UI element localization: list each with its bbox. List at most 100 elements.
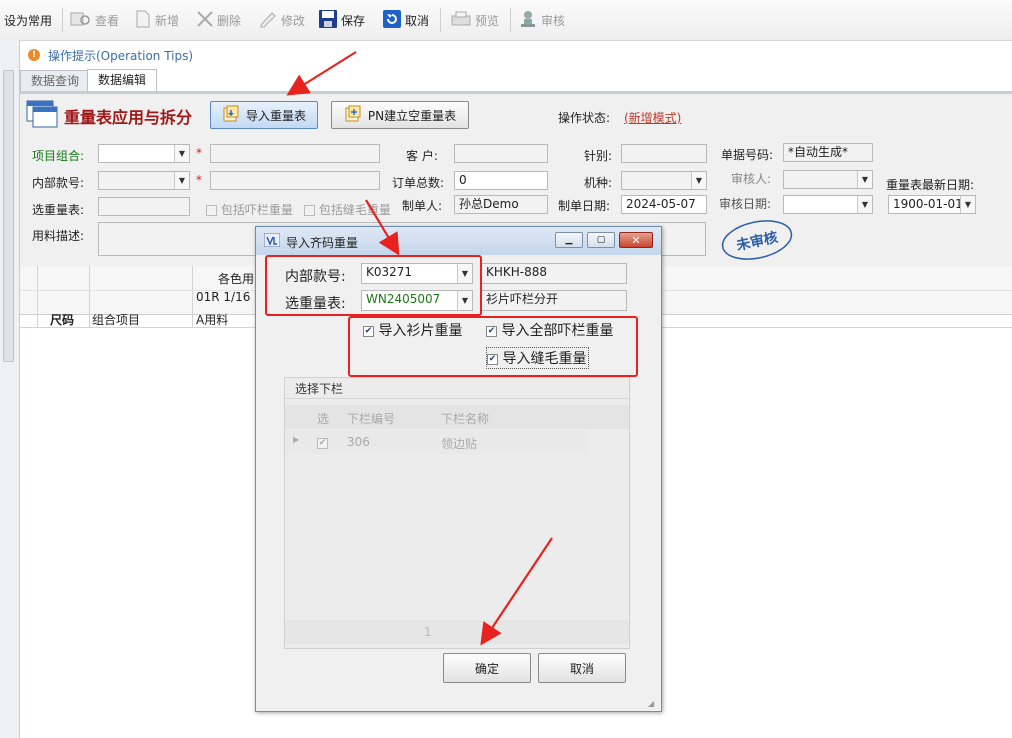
dialog-table-desc-field[interactable]: 衫片吓栏分开 <box>481 290 627 311</box>
project-group-name-field[interactable] <box>210 144 380 163</box>
col-select: 选 <box>317 412 330 426</box>
warning-icon: ! <box>28 49 40 61</box>
scrollbar[interactable] <box>3 70 14 362</box>
auditor-label: 审核人: <box>731 172 772 186</box>
latest-date-label: 重量表最新日期: <box>886 178 975 192</box>
import-button-label: 导入重量表 <box>245 108 306 123</box>
audit-date-select[interactable]: ▼ <box>783 195 873 214</box>
latest-date-select[interactable]: 1900-01-01 ▼ <box>888 195 976 214</box>
include-trim-checkbox[interactable]: 包括吓栏重量 <box>206 201 293 218</box>
audit-button[interactable]: 审核 <box>518 8 565 32</box>
window-icon <box>26 100 58 131</box>
tab-edit-label: 数据编辑 <box>98 73 147 87</box>
grid-row-01r: 01R 1/16 <box>196 290 251 304</box>
dropdown-icon[interactable]: ▼ <box>960 196 975 213</box>
customer-label: 客 户: <box>406 149 438 163</box>
grid-header-color: 各色用 <box>218 272 255 286</box>
trim-table-row[interactable]: ▶ ✔ 306 领边贴 <box>285 430 587 454</box>
preview-label: 预览 <box>475 13 500 28</box>
preview-button[interactable]: 预览 <box>450 8 499 32</box>
toolbar-divider <box>62 8 63 32</box>
customer-field[interactable] <box>454 144 548 163</box>
delete-label: 删除 <box>217 13 242 28</box>
delete-button[interactable]: 删除 <box>196 8 241 32</box>
doc-no-label: 单据号码: <box>721 148 774 162</box>
select-trim-group: 选择下栏 选 下栏编号 下栏名称 ▶ ✔ 306 领边贴 1 <box>284 377 630 649</box>
pager: 1 <box>285 620 629 644</box>
needle-field[interactable] <box>621 144 707 163</box>
grid-col-group[interactable]: 组合项目 <box>92 311 140 328</box>
maximize-icon[interactable]: ▢ <box>587 232 615 248</box>
required-mark: * <box>196 146 202 160</box>
modify-button[interactable]: 修改 <box>258 8 305 32</box>
tab-data-query[interactable]: 数据查询 <box>20 70 91 92</box>
import-weight-table-button[interactable]: 导入重量表 <box>210 101 318 129</box>
grid-divider <box>89 266 90 328</box>
material-desc-label: 用料描述: <box>32 229 85 243</box>
order-total-field[interactable]: 0 <box>454 171 548 190</box>
ok-label: 确定 <box>474 661 499 676</box>
create-date-label: 制单日期: <box>558 199 611 213</box>
minimize-icon[interactable]: ▁ <box>555 232 583 248</box>
dropdown-icon[interactable]: ▼ <box>174 172 189 189</box>
machine-label: 机种: <box>584 176 613 190</box>
internal-no-label: 内部款号: <box>32 176 85 190</box>
project-group-select[interactable]: ▼ <box>98 144 190 163</box>
dropdown-icon[interactable]: ▼ <box>857 196 872 213</box>
preview-icon <box>450 10 472 31</box>
new-label: 新增 <box>155 13 180 28</box>
include-seam-checkbox[interactable]: 包括缝毛重量 <box>304 201 391 218</box>
dialog-cancel-button[interactable]: 取消 <box>538 653 626 683</box>
col-code: 下栏编号 <box>347 412 396 426</box>
creator-label: 制单人: <box>402 199 443 213</box>
grid-divider <box>37 266 38 328</box>
ok-button[interactable]: 确定 <box>443 653 531 683</box>
tips-label: 操作提示(Operation Tips) <box>48 48 194 63</box>
latest-date-value: 1900-01-01 <box>893 197 963 211</box>
project-group-label: 项目组合: <box>32 149 85 163</box>
delete-icon <box>196 10 214 31</box>
cancel-button[interactable]: 取消 <box>382 8 429 32</box>
creator-field[interactable]: 孙总Demo <box>454 195 548 214</box>
new-button[interactable]: 新增 <box>134 8 179 32</box>
tab-data-edit[interactable]: 数据编辑 <box>87 69 158 92</box>
row-checkbox[interactable]: ✔ <box>317 436 328 450</box>
dropdown-icon[interactable]: ▼ <box>857 171 872 188</box>
auditor-select[interactable]: ▼ <box>783 170 873 189</box>
toolbar-divider <box>440 8 441 32</box>
view-button[interactable]: 查看 <box>70 8 119 32</box>
dialog-style-name-field[interactable]: KHKH-888 <box>481 263 627 284</box>
dialog-titlebar[interactable]: 导入齐码重量 ▁ ▢ ✕ <box>256 227 661 255</box>
status-value[interactable]: (新增模式) <box>624 109 681 126</box>
import-icon <box>222 105 240 126</box>
create-date-field[interactable]: 2024-05-07 <box>621 195 707 214</box>
grid-col-size[interactable]: 尺码 <box>50 311 74 328</box>
page-number[interactable]: 1 <box>424 625 432 639</box>
trim-table-header: 选 下栏编号 下栏名称 <box>285 405 629 429</box>
row-code: 306 <box>347 435 370 449</box>
save-button[interactable]: 保存 <box>318 8 365 32</box>
doc-no-field[interactable]: *自动生成* <box>783 143 873 162</box>
internal-no-select[interactable]: ▼ <box>98 171 190 190</box>
set-default-button[interactable]: 设为常用 <box>4 8 52 32</box>
internal-no-name-field[interactable] <box>210 171 380 190</box>
dialog-title: 导入齐码重量 <box>286 236 359 250</box>
resize-grip-icon[interactable]: ◢ <box>648 699 654 708</box>
cancel-label: 取消 <box>405 13 430 28</box>
highlight-box <box>265 255 482 316</box>
close-icon[interactable]: ✕ <box>619 232 653 248</box>
pn-icon <box>344 105 362 126</box>
dropdown-icon[interactable]: ▼ <box>691 172 706 189</box>
tab-query-label: 数据查询 <box>31 74 80 88</box>
machine-select[interactable]: ▼ <box>621 171 707 190</box>
dialog-cancel-label: 取消 <box>569 661 594 676</box>
dropdown-icon[interactable]: ▼ <box>174 145 189 162</box>
grid-col-a[interactable]: A用料 <box>196 311 228 328</box>
group-title: 选择下栏 <box>295 382 344 396</box>
page-title: 重量表应用与拆分 <box>64 108 193 127</box>
audit-icon <box>518 9 538 32</box>
operation-tips[interactable]: ! 操作提示(Operation Tips) <box>28 46 193 64</box>
app-icon <box>263 232 281 250</box>
select-table-field[interactable] <box>98 197 190 216</box>
pn-create-table-button[interactable]: PN建立空重量表 <box>331 101 469 129</box>
